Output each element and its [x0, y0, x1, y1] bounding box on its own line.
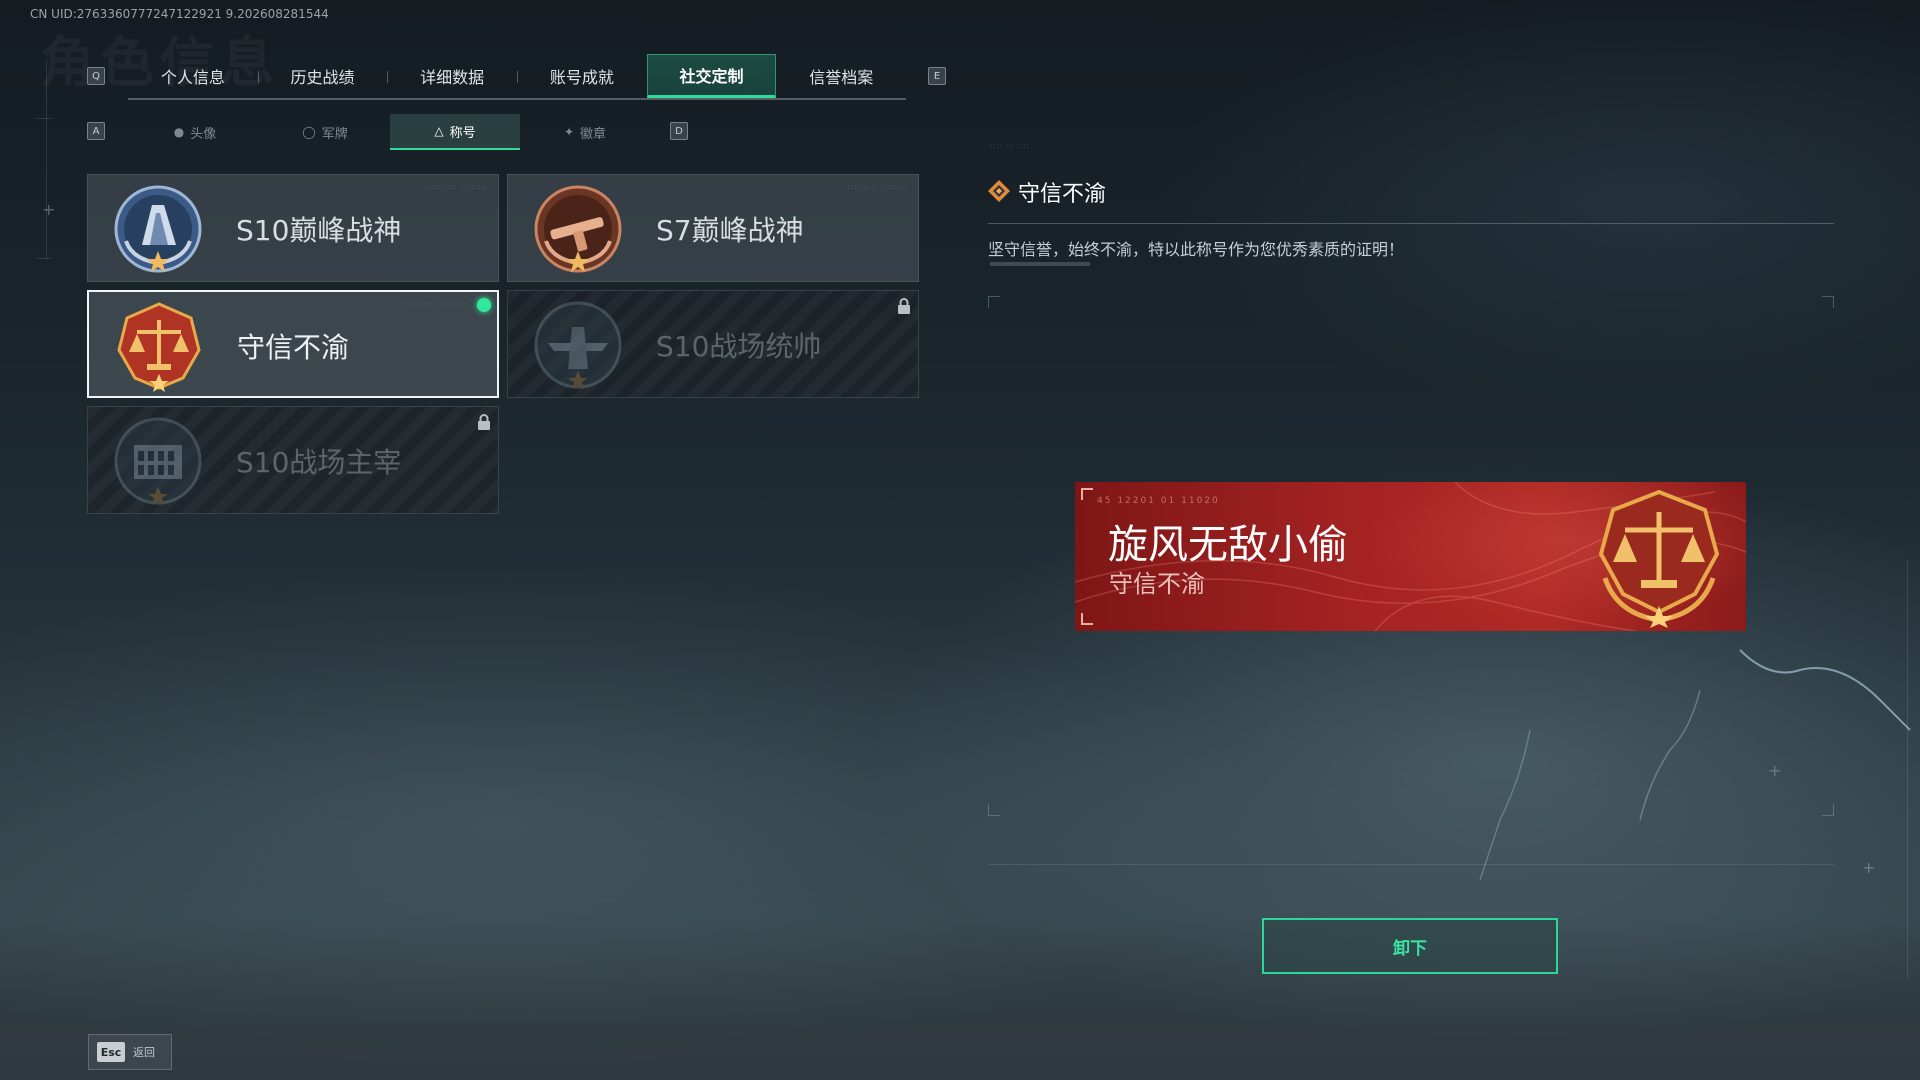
subtab-label: 军牌	[321, 126, 348, 142]
lock-icon	[898, 298, 910, 314]
next-subtab-key-hint[interactable]: D	[670, 122, 688, 140]
detail-serial: :::: :: ::::	[990, 142, 1031, 150]
title-name: S10巅峰战神	[236, 214, 402, 247]
justice-scale-medal-icon	[1598, 489, 1720, 628]
subtab-label: 徽章	[580, 126, 607, 142]
title-card-s7-peak-god[interactable]: :::::::::: :::::::: S7巅峰战神	[507, 174, 919, 282]
person-icon: ●	[173, 125, 185, 139]
sub-tab-bar: ● 头像 ◯ 军牌 △ 称号 ✦ 徽章	[130, 114, 650, 150]
banner-title: 守信不渝	[1109, 570, 1205, 598]
footer-bar	[0, 1024, 1920, 1080]
title-card-s10-battlefield-commander[interactable]: S10战场统帅	[507, 290, 919, 398]
decor-line	[36, 258, 52, 259]
subtab-title[interactable]: △ 称号	[390, 114, 520, 150]
detail-underline	[990, 262, 1090, 266]
player-uid: CN UID:2763360777247122921 9.20260828154…	[30, 7, 329, 21]
prev-tab-key-hint[interactable]: Q	[87, 67, 105, 85]
back-button[interactable]: Esc 返回	[88, 1034, 172, 1070]
card-serial: :::::::::: ::::::::	[424, 183, 488, 191]
decor-plus-icon: +	[42, 200, 56, 219]
peak-god-medal-icon	[112, 183, 204, 275]
banner-corner	[1081, 613, 1093, 625]
main-tab-bar: 个人信息 历史战绩 详细数据 账号成就 社交定制 信誉档案	[128, 54, 906, 100]
justice-scale-medal-icon	[113, 300, 205, 392]
title-card-trustworthy[interactable]: :::::::::: :::::::: 守信不渝	[87, 290, 499, 398]
lightning-decor	[1479, 649, 1911, 881]
next-tab-key-hint[interactable]: E	[928, 67, 946, 85]
subtab-badge[interactable]: ✦ 徽章	[520, 114, 650, 150]
preview-frame-corner	[988, 804, 1000, 816]
tab-detailed-stats[interactable]: 详细数据	[387, 54, 517, 98]
card-serial: :::::::::: ::::::::	[844, 183, 908, 191]
tab-achievements[interactable]: 账号成就	[517, 54, 647, 98]
back-label: 返回	[133, 1046, 155, 1059]
preview-frame-corner	[1822, 296, 1834, 308]
banner-corner	[1081, 488, 1093, 500]
tab-personal-info[interactable]: 个人信息	[128, 54, 258, 98]
decor-line	[46, 60, 47, 260]
colosseum-medal-icon	[112, 415, 204, 507]
card-serial: :::::::::: ::::::::	[403, 300, 467, 308]
title-diamond-icon	[988, 180, 1010, 202]
subtab-avatar[interactable]: ● 头像	[130, 114, 260, 150]
title-name: S10战场统帅	[656, 330, 822, 363]
subtab-label: 头像	[190, 126, 217, 142]
title-name: S7巅峰战神	[656, 214, 804, 247]
equipped-indicator	[477, 298, 491, 312]
tab-credit-record[interactable]: 信誉档案	[776, 54, 906, 98]
title-name: S10战场主宰	[236, 446, 402, 479]
esc-key-icon: Esc	[97, 1042, 125, 1062]
tab-social-customization[interactable]: 社交定制	[646, 54, 777, 98]
tab-match-history[interactable]: 历史战绩	[257, 54, 388, 98]
title-card-s10-peak-god[interactable]: :::::::::: :::::::: S10巅峰战神	[87, 174, 499, 282]
decor-line	[36, 118, 52, 119]
subtab-label: 称号	[449, 125, 476, 141]
preview-frame-corner	[988, 296, 1000, 308]
tag-icon: ◯	[302, 125, 316, 139]
title-banner-preview: 45 12201 01 11020 旋风无敌小偷 守信不渝	[1075, 482, 1746, 631]
title-card-s10-battlefield-ruler[interactable]: S10战场主宰	[87, 406, 499, 514]
detail-description: 坚守信誉，始终不渝，特以此称号作为您优秀素质的证明！	[988, 240, 1405, 259]
prev-subtab-key-hint[interactable]: A	[87, 122, 105, 140]
detail-separator	[988, 223, 1834, 224]
aircraft-medal-icon	[532, 299, 624, 391]
lock-icon	[478, 414, 490, 430]
unequip-button[interactable]: 卸下	[1262, 918, 1558, 974]
badge-icon: ✦	[563, 125, 575, 139]
detail-title: 守信不渝	[1018, 182, 1107, 207]
banner-serial: 45 12201 01 11020	[1097, 496, 1220, 506]
banner-player-name: 旋风无敌小偷	[1108, 522, 1348, 568]
title-name: 守信不渝	[237, 331, 350, 364]
subtab-dogtag[interactable]: ◯ 军牌	[260, 114, 390, 150]
title-icon: △	[434, 124, 444, 138]
weapon-medal-icon	[532, 183, 624, 275]
